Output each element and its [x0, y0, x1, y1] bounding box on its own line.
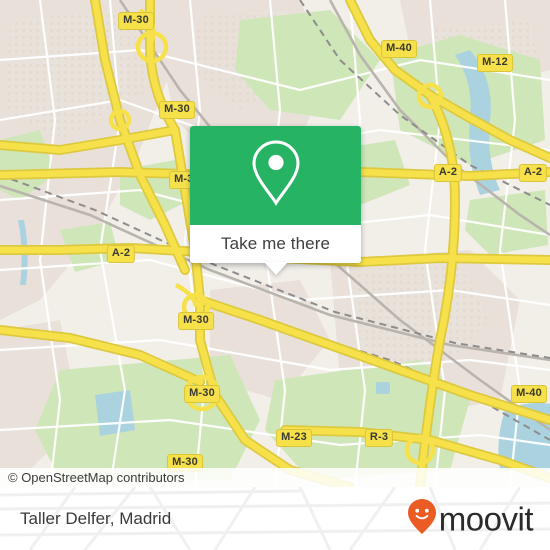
destination-popup-card: Take me there	[190, 126, 361, 275]
road-shield: M-40	[511, 385, 547, 403]
road-shield: R-3	[364, 429, 394, 447]
road-shield: A-2	[106, 245, 136, 263]
road-shield: M-30	[118, 12, 154, 30]
road-shield: M-40	[381, 40, 417, 58]
popup-pointer-tail	[263, 262, 288, 275]
moovit-logo[interactable]: moovit	[407, 498, 534, 539]
road-shield: A-2	[433, 164, 463, 182]
road-shield: A-2	[518, 164, 548, 182]
footer-bar: Taller Delfer, Madrid moovit	[0, 487, 550, 550]
moovit-smiling-pin-icon	[407, 498, 437, 539]
map-attribution: © OpenStreetMap contributors	[0, 468, 550, 487]
moovit-map-page: M-30 M-40 M-12 M-30 A-2 A-2 M-30 A-2 M-30 M-30 M-4…	[0, 0, 550, 550]
moovit-wordmark: moovit	[438, 500, 534, 537]
take-me-there-button[interactable]: Take me there	[190, 225, 361, 263]
road-shield: M-12	[477, 54, 513, 72]
map-pin-icon	[248, 138, 304, 213]
map-canvas[interactable]: M-30 M-40 M-12 M-30 A-2 A-2 M-30 A-2 M-30 M-30 M-4…	[0, 0, 550, 487]
place-title: Taller Delfer, Madrid	[20, 508, 172, 528]
road-shield: M-30	[184, 385, 220, 403]
popup-header	[190, 126, 361, 225]
road-shield: M-23	[276, 429, 312, 447]
road-shield: M-30	[178, 312, 214, 330]
road-shield: M-30	[159, 101, 195, 119]
take-me-there-label: Take me there	[220, 234, 331, 253]
